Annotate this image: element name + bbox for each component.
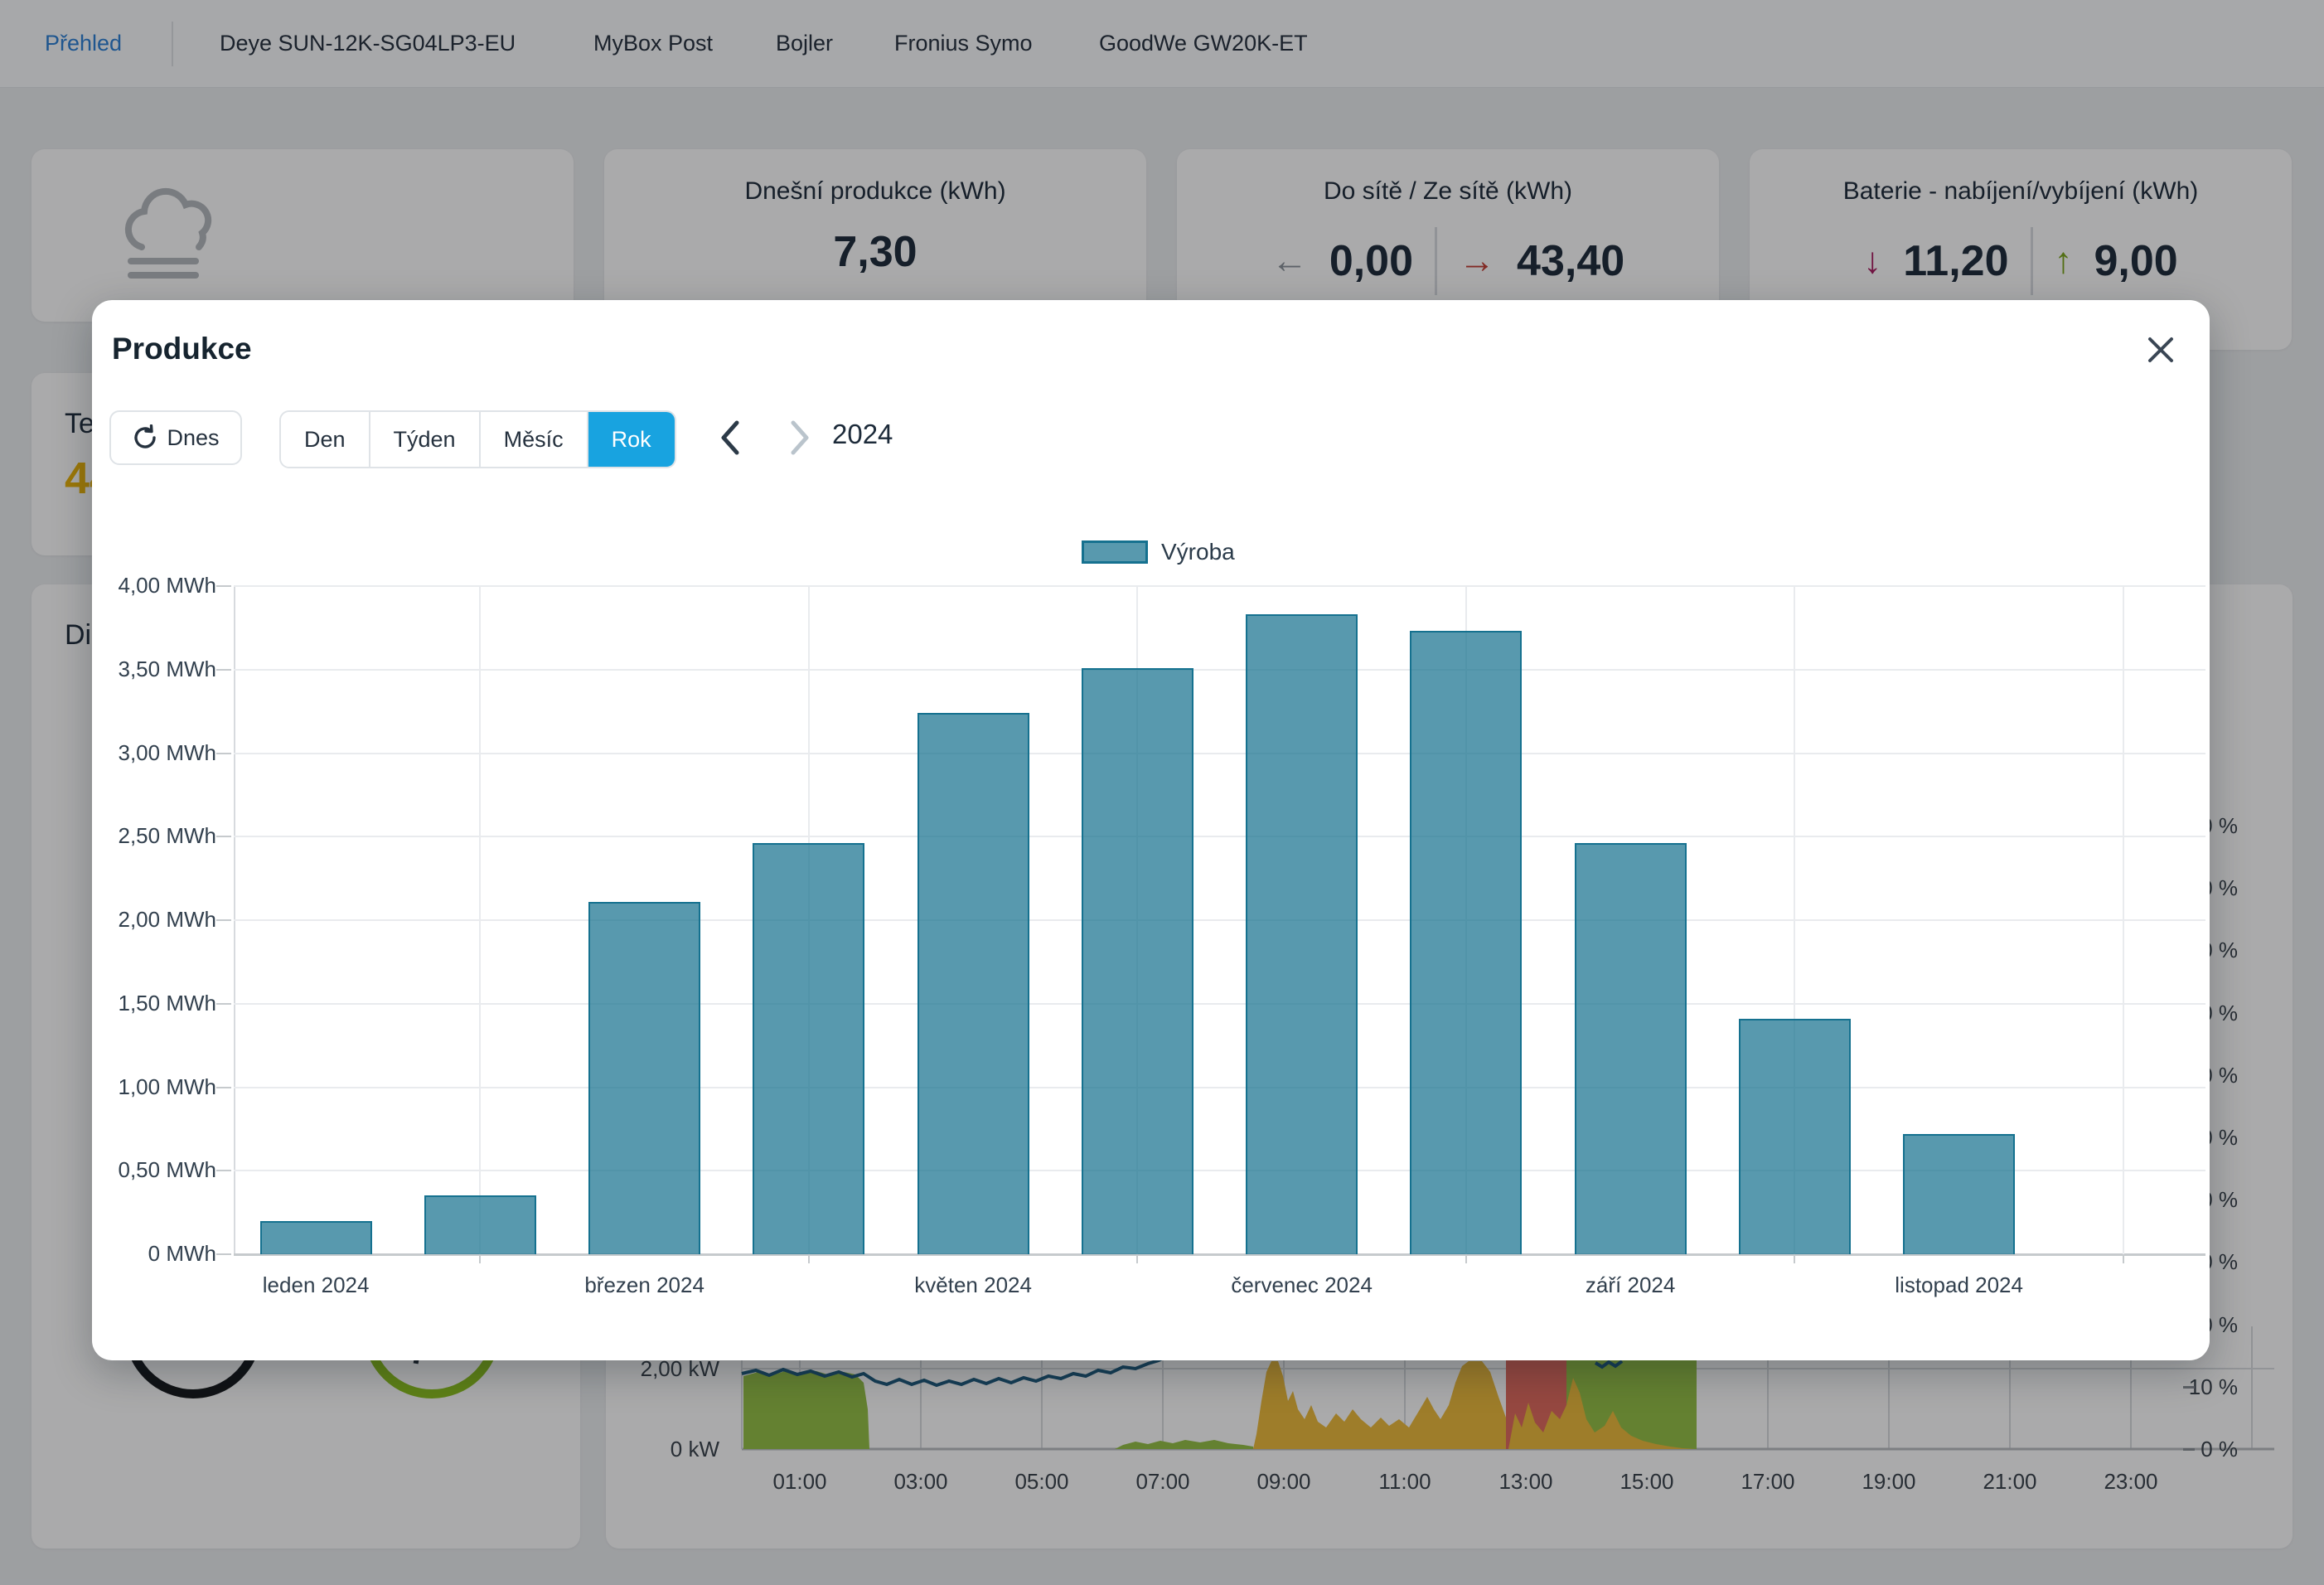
y-tick-mark xyxy=(216,1087,231,1088)
y-tick-label: 2,50 MWh xyxy=(92,823,216,849)
v-gridline xyxy=(2123,586,2124,1254)
h-gridline xyxy=(234,669,2205,671)
legend-swatch xyxy=(1082,540,1148,564)
chart-legend[interactable]: Výroba xyxy=(1082,539,1235,565)
y-tick-mark xyxy=(216,836,231,837)
y-tick-label: 0 MWh xyxy=(92,1241,216,1267)
chevron-right-icon xyxy=(788,419,811,456)
bar-červenec xyxy=(1246,614,1358,1254)
y-tick-mark xyxy=(216,585,231,587)
h-gridline xyxy=(234,753,2205,754)
x-tick-mark xyxy=(808,1256,810,1263)
bar-listopad xyxy=(1903,1134,2015,1254)
bar-březen xyxy=(588,902,700,1254)
previous-period-button[interactable] xyxy=(714,416,747,459)
y-tick-label: 1,00 MWh xyxy=(92,1074,216,1100)
modal-title: Produkce xyxy=(112,332,252,366)
production-bar-chart xyxy=(234,586,2205,1254)
y-tick-label: 1,50 MWh xyxy=(92,991,216,1016)
x-tick-label: září 2024 xyxy=(1531,1272,1730,1298)
x-tick-label: březen 2024 xyxy=(545,1272,744,1298)
h-gridline xyxy=(234,1087,2205,1088)
x-tick-mark xyxy=(1465,1256,1467,1263)
dashboard-screen: PřehledDeye SUN-12K-SG04LP3-EUMyBox Post… xyxy=(0,0,2324,1585)
chevron-left-icon xyxy=(719,419,742,456)
y-tick-mark xyxy=(216,1003,231,1005)
y-tick-label: 2,00 MWh xyxy=(92,907,216,933)
range-button-group: DenTýdenMěsícRok xyxy=(279,410,676,468)
range-button-rok[interactable]: Rok xyxy=(587,412,675,467)
y-tick-mark xyxy=(216,669,231,671)
bar-leden xyxy=(260,1221,372,1254)
range-button-měsíc[interactable]: Měsíc xyxy=(479,412,587,467)
y-tick-label: 0,50 MWh xyxy=(92,1157,216,1183)
bar-červen xyxy=(1082,668,1193,1254)
year-label: 2024 xyxy=(832,419,893,450)
range-button-den[interactable]: Den xyxy=(281,412,369,467)
next-period-button[interactable] xyxy=(783,416,816,459)
x-tick-label: listopad 2024 xyxy=(1860,1272,2059,1298)
bar-duben xyxy=(753,843,864,1254)
x-tick-label: leden 2024 xyxy=(216,1272,415,1298)
y-tick-label: 3,50 MWh xyxy=(92,657,216,682)
x-tick-mark xyxy=(2123,1256,2124,1263)
y-tick-label: 4,00 MWh xyxy=(92,573,216,599)
x-tick-label: květen 2024 xyxy=(874,1272,1072,1298)
x-tick-mark xyxy=(479,1256,481,1263)
y-tick-mark xyxy=(216,1253,231,1255)
bar-srpen xyxy=(1410,631,1522,1254)
x-tick-mark xyxy=(1794,1256,1795,1263)
v-gridline xyxy=(479,586,481,1254)
close-icon xyxy=(2147,336,2175,364)
h-gridline xyxy=(234,919,2205,921)
bar-květen xyxy=(917,713,1029,1254)
bar-říjen xyxy=(1739,1019,1851,1254)
y-tick-label: 3,00 MWh xyxy=(92,740,216,766)
y-tick-mark xyxy=(216,1170,231,1171)
today-button[interactable]: Dnes xyxy=(109,410,242,465)
h-gridline xyxy=(234,836,2205,837)
today-button-label: Dnes xyxy=(167,425,219,451)
range-button-týden[interactable]: Týden xyxy=(369,412,479,467)
y-tick-mark xyxy=(216,753,231,754)
refresh-icon xyxy=(132,424,158,451)
h-gridline xyxy=(234,585,2205,587)
legend-label: Výroba xyxy=(1161,539,1235,565)
production-modal: Produkce Dnes DenTýdenMěsícRok 2024 Výro… xyxy=(92,300,2210,1360)
x-tick-mark xyxy=(1136,1256,1138,1263)
x-tick-label: červenec 2024 xyxy=(1203,1272,1402,1298)
close-button[interactable] xyxy=(2139,328,2182,371)
bar-září xyxy=(1575,843,1687,1254)
h-gridline xyxy=(234,1003,2205,1005)
y-tick-mark xyxy=(216,919,231,921)
bar-únor xyxy=(424,1195,536,1254)
